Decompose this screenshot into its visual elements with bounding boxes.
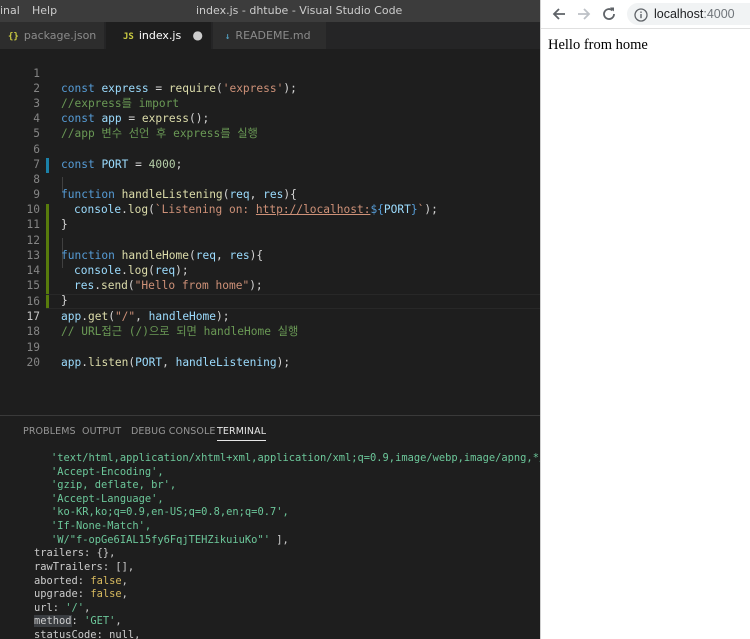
code-line-2: 2 //express를 import (0, 66, 540, 110)
tab-label: READEME.md (235, 29, 311, 42)
code-line-13: 13 console.log(req); (0, 233, 540, 277)
terminal-line: aborted: false, (34, 575, 128, 587)
reload-icon[interactable] (599, 4, 619, 24)
tab-label: index.js (138, 29, 182, 42)
tab-readme-md[interactable]: ↓ READEME.md (213, 22, 326, 49)
terminal-line: upgrade: false, (34, 588, 128, 600)
browser-toolbar: localhost:4000 (541, 0, 750, 29)
code-line-7: 7 (0, 142, 540, 171)
code-line-20: 20 (0, 340, 540, 369)
editor-tab-bar: {} package.json JS index.js ● ↓ READEME.md (0, 22, 540, 49)
tab-label: package.json (23, 29, 97, 42)
page-content-text: Hello from home (548, 37, 648, 53)
address-bar[interactable]: localhost:4000 (627, 3, 750, 25)
menu-terminal[interactable]: inal (0, 4, 20, 17)
terminal-line: method: 'GET', (34, 615, 122, 627)
code-line-3: 3 const app = express(); (0, 81, 540, 125)
code-line-8: 8 function handleListening(req, res){ (0, 157, 540, 201)
info-icon[interactable] (634, 7, 648, 22)
code-line-15: 15 } (0, 263, 540, 307)
tab-package-json[interactable]: {} package.json (0, 22, 104, 49)
code-line-9: 9 console.log(`Listening on: http://loca… (0, 172, 540, 216)
forward-arrow-icon[interactable] (574, 4, 594, 24)
tab-output[interactable]: OUTPUT (82, 426, 121, 437)
unsaved-dot-icon[interactable]: ● (193, 22, 203, 49)
vscode-window: inal Help index.js - dhtube - Visual Stu… (0, 0, 540, 639)
browser-window: localhost:4000 Hello from home (540, 0, 750, 639)
panel-tab-bar: PROBLEMS OUTPUT DEBUG CONSOLE TERMINAL (0, 416, 540, 446)
code-line-16: 16 app.get("/", handleHome); (0, 279, 540, 323)
terminal-line: 'W/"f-opGe6IAL15fy6FqjTEHZikuiuKo"' ], (51, 534, 289, 546)
code-line-18: 18 (0, 309, 540, 338)
menu-help[interactable]: Help (32, 4, 57, 17)
code-editor[interactable]: 1 const express = require('express'); 2 … (0, 49, 540, 415)
terminal-line: statusCode: null, (34, 629, 141, 639)
code-line-10: 10 } (0, 187, 540, 231)
tab-index-js[interactable]: JS index.js ● (106, 22, 211, 49)
terminal-line: 'text/html,application/xhtml+xml,applica… (51, 452, 540, 464)
code-line-11: 11 (0, 202, 540, 231)
code-line-14: 14 res.send("Hello from home"); (0, 248, 540, 292)
tab-terminal[interactable]: TERMINAL (217, 426, 267, 441)
markdown-file-icon: ↓ (225, 32, 231, 42)
title-bar: inal Help index.js - dhtube - Visual Stu… (0, 0, 540, 22)
tab-debug-console[interactable]: DEBUG CONSOLE (131, 426, 216, 437)
code-line-19: 19 app.listen(PORT, handleListening); (0, 325, 540, 369)
terminal-line: url: '/', (34, 602, 91, 614)
back-arrow-icon[interactable] (549, 4, 569, 24)
terminal-line: 'Accept-Encoding', (51, 466, 164, 478)
tab-problems[interactable]: PROBLEMS (23, 426, 76, 437)
terminal-output[interactable]: 'text/html,application/xhtml+xml,applica… (0, 446, 540, 639)
code-line-12: 12 function handleHome(req, res){ (0, 218, 540, 262)
terminal-line: rawTrailers: [], (34, 561, 135, 573)
code-line-1: 1 const express = require('express'); (0, 51, 540, 95)
window-title: index.js - dhtube - Visual Studio Code (196, 4, 403, 17)
code-line-5: 5 (0, 111, 540, 140)
terminal-line: 'gzip, deflate, br', (51, 479, 177, 491)
url-text: localhost:4000 (654, 7, 735, 21)
terminal-line: 'If-None-Match', (51, 520, 152, 532)
terminal-line: 'ko-KR,ko;q=0.9,en-US;q=0.8,en;q=0.7', (51, 506, 289, 518)
terminal-line: 'Accept-Language', (51, 493, 164, 505)
js-file-icon: JS (123, 32, 134, 42)
line-number: 20 (26, 356, 40, 369)
terminal-line: trailers: {}, (34, 547, 116, 559)
code-line-17: 17 // URL접근 (/)으로 되면 handleHome 실행 (0, 294, 540, 338)
code-line-6: 6 const PORT = 4000; (0, 127, 540, 171)
code-line-4: 4 //app 변수 선언 후 express를 실행 (0, 96, 540, 140)
json-file-icon: {} (8, 32, 19, 42)
